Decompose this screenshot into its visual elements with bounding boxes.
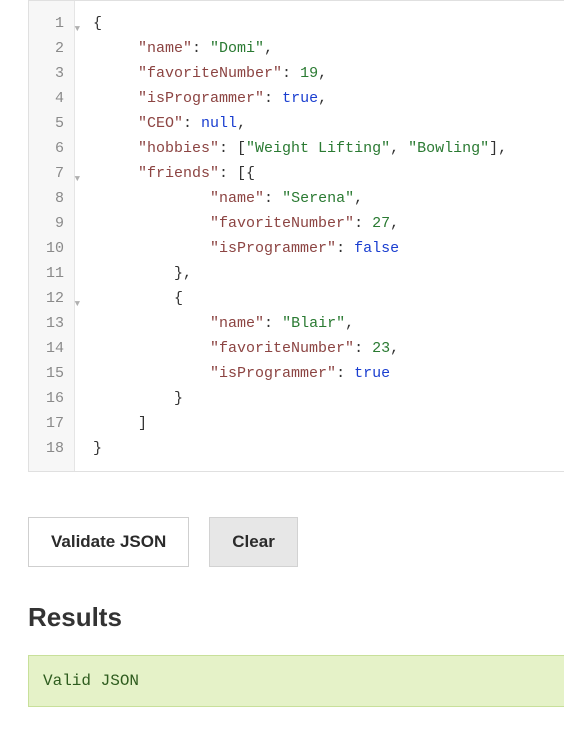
code-line[interactable]: ] [93, 411, 564, 436]
code-line[interactable]: } [93, 386, 564, 411]
code-line[interactable]: "isProgrammer": true [93, 361, 564, 386]
gutter-line: 10 [37, 236, 68, 261]
line-number: 15 [46, 361, 64, 386]
line-number: 16 [46, 386, 64, 411]
line-number: 3 [46, 61, 64, 86]
line-number: 18 [46, 436, 64, 461]
json-validator-panel: 1▼234567▼89101112▼131415161718 { "name":… [0, 0, 564, 707]
gutter-line: 6 [37, 136, 68, 161]
code-line[interactable]: }, [93, 261, 564, 286]
line-number: 1 [46, 11, 64, 36]
code-area[interactable]: { "name": "Domi", "favoriteNumber": 19, … [75, 1, 564, 471]
line-number: 8 [46, 186, 64, 211]
line-number: 4 [46, 86, 64, 111]
fold-chevron-icon[interactable]: ▼ [75, 292, 80, 317]
code-line[interactable]: { [93, 286, 564, 311]
result-banner: Valid JSON [28, 655, 564, 707]
gutter-line: 2 [37, 36, 68, 61]
results-heading: Results [28, 602, 564, 633]
validate-json-button[interactable]: Validate JSON [28, 517, 189, 567]
clear-button[interactable]: Clear [209, 517, 298, 567]
gutter-line: 1▼ [37, 11, 68, 36]
fold-chevron-icon[interactable]: ▼ [75, 17, 80, 42]
gutter-line: 11 [37, 261, 68, 286]
line-number: 17 [46, 411, 64, 436]
line-number: 6 [46, 136, 64, 161]
line-number: 10 [46, 236, 64, 261]
fold-chevron-icon[interactable]: ▼ [75, 167, 80, 192]
code-line[interactable]: "isProgrammer": false [93, 236, 564, 261]
gutter-line: 7▼ [37, 161, 68, 186]
gutter-line: 12▼ [37, 286, 68, 311]
gutter-line: 17 [37, 411, 68, 436]
line-number: 7 [46, 161, 64, 186]
line-number: 2 [46, 36, 64, 61]
line-number: 11 [46, 261, 64, 286]
line-number: 14 [46, 336, 64, 361]
code-line[interactable]: "name": "Serena", [93, 186, 564, 211]
code-line[interactable]: "CEO": null, [93, 111, 564, 136]
gutter-line: 3 [37, 61, 68, 86]
code-line[interactable]: "name": "Domi", [93, 36, 564, 61]
gutter-line: 16 [37, 386, 68, 411]
code-line[interactable]: "hobbies": ["Weight Lifting", "Bowling"]… [93, 136, 564, 161]
code-line[interactable]: "favoriteNumber": 23, [93, 336, 564, 361]
gutter: 1▼234567▼89101112▼131415161718 [29, 1, 75, 471]
code-line[interactable]: "favoriteNumber": 19, [93, 61, 564, 86]
code-line[interactable]: "name": "Blair", [93, 311, 564, 336]
code-line[interactable]: "isProgrammer": true, [93, 86, 564, 111]
gutter-line: 9 [37, 211, 68, 236]
code-line[interactable]: "favoriteNumber": 27, [93, 211, 564, 236]
gutter-line: 14 [37, 336, 68, 361]
code-line[interactable]: } [93, 436, 564, 461]
gutter-line: 5 [37, 111, 68, 136]
code-line[interactable]: "friends": [{ [93, 161, 564, 186]
line-number: 5 [46, 111, 64, 136]
code-editor[interactable]: 1▼234567▼89101112▼131415161718 { "name":… [28, 0, 564, 472]
gutter-line: 13 [37, 311, 68, 336]
gutter-line: 8 [37, 186, 68, 211]
controls-row: Validate JSON Clear [28, 517, 564, 567]
gutter-line: 4 [37, 86, 68, 111]
code-line[interactable]: { [93, 11, 564, 36]
line-number: 9 [46, 211, 64, 236]
line-number: 12 [46, 286, 64, 311]
gutter-line: 15 [37, 361, 68, 386]
line-number: 13 [46, 311, 64, 336]
gutter-line: 18 [37, 436, 68, 461]
